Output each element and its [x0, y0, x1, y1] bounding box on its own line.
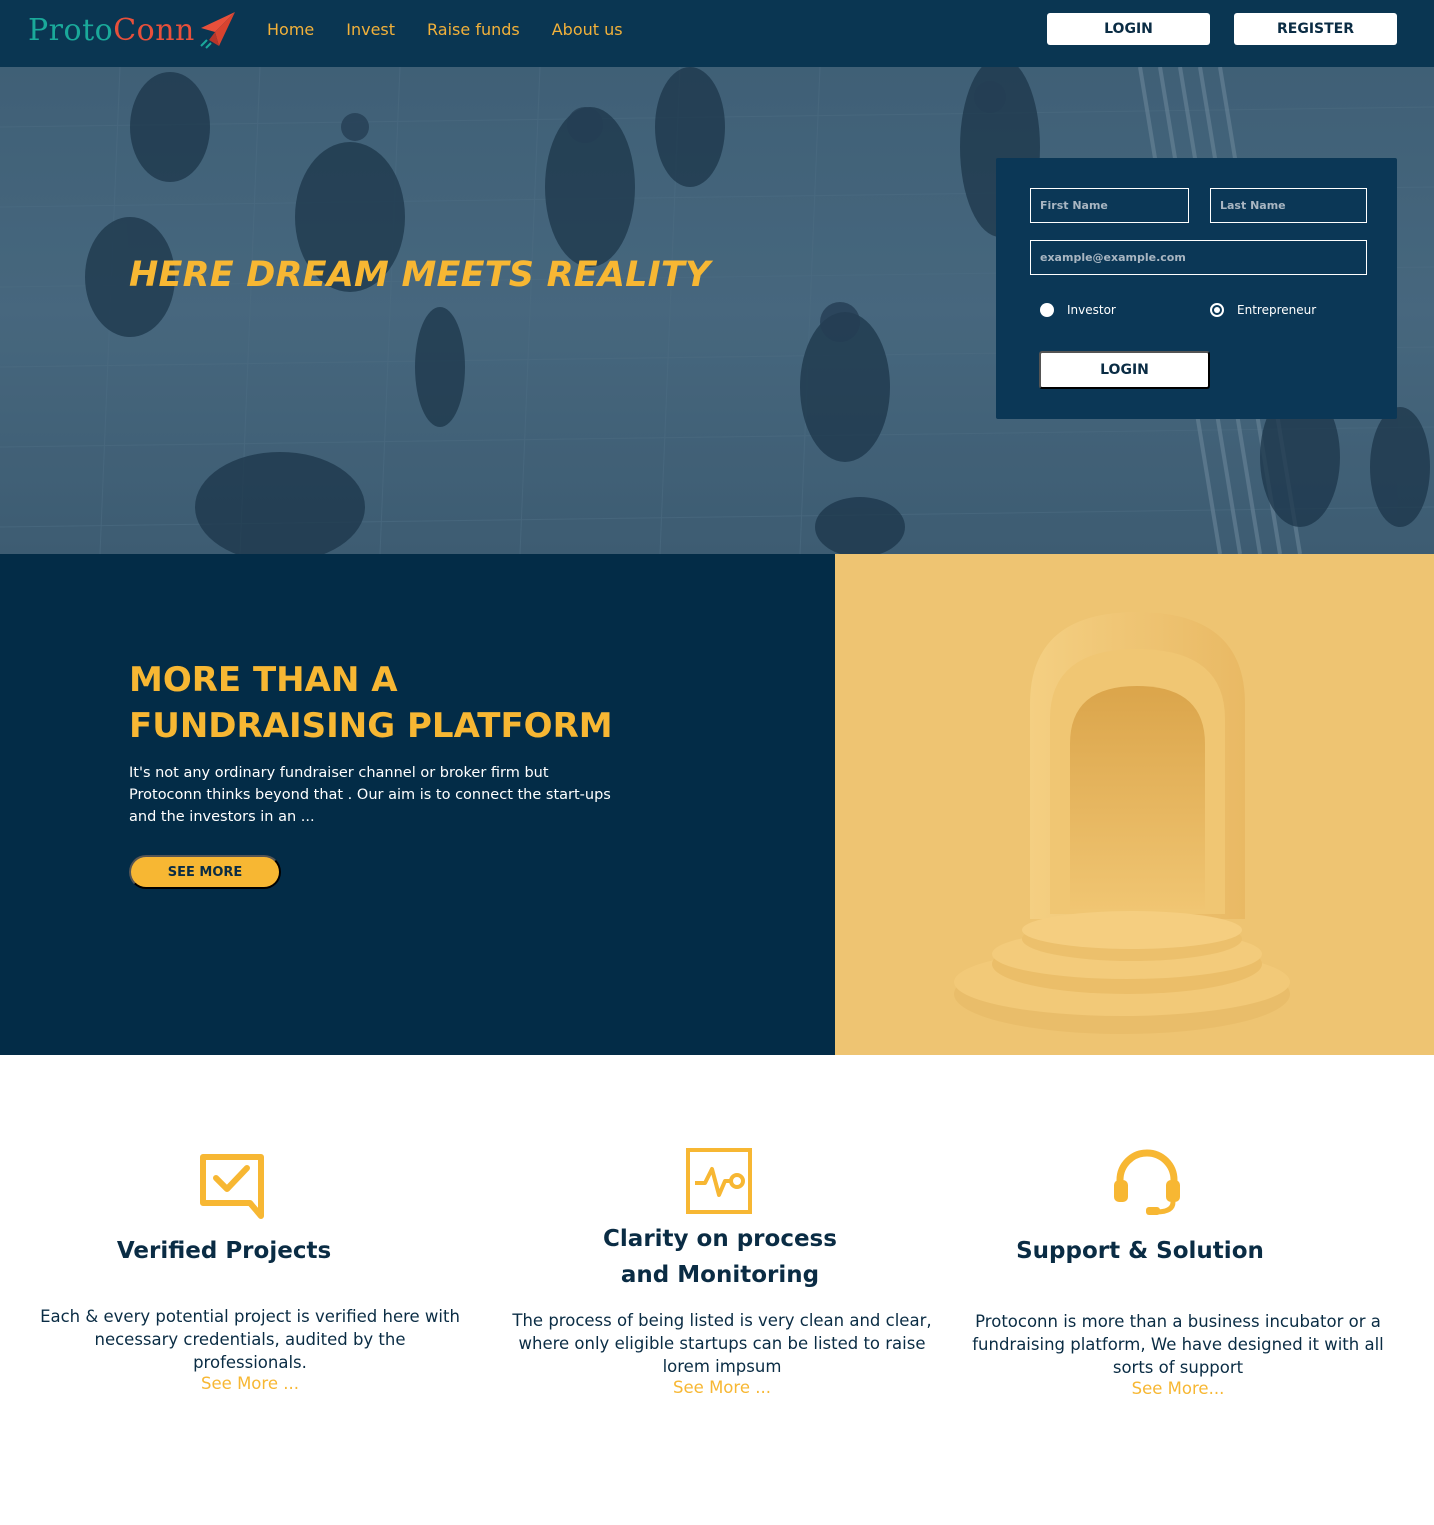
feature-title-clarity-line2: and Monitoring — [620, 1262, 820, 1288]
logo-text-conn: Conn — [113, 12, 195, 48]
logo[interactable]: ProtoConn — [28, 8, 237, 52]
form-login-button[interactable]: LOGIN — [1039, 351, 1210, 389]
email-input[interactable]: example@example.com — [1030, 240, 1367, 275]
feature-link-support[interactable]: See More... — [968, 1379, 1388, 1398]
arch-image — [954, 612, 1290, 1034]
register-button[interactable]: REGISTER — [1234, 13, 1397, 45]
hero-title: HERE DREAM MEETS REALITY — [129, 255, 711, 295]
feature-link-verified-projects[interactable]: See More ... — [40, 1374, 460, 1393]
about-title: MORE THAN A FUNDRAISING PLATFORM — [129, 657, 649, 749]
radio-investor[interactable]: Investor — [1040, 303, 1116, 317]
nav-link-raise-funds[interactable]: Raise funds — [427, 19, 520, 41]
first-name-input[interactable]: First Name — [1030, 188, 1189, 223]
nav-links: Home Invest Raise funds About us — [267, 19, 655, 41]
signup-form-card: First Name Last Name example@example.com… — [996, 158, 1397, 419]
arch-illustration — [835, 554, 1434, 1055]
feature-text-verified-projects: Each & every potential project is verifi… — [40, 1307, 460, 1372]
radio-entrepreneur-label: Entrepreneur — [1237, 303, 1317, 317]
radio-investor-label: Investor — [1067, 303, 1116, 317]
about-text: It's not any ordinary fundraiser channel… — [129, 765, 611, 825]
paper-plane-icon — [200, 12, 235, 49]
see-more-button[interactable]: SEE MORE — [129, 855, 281, 889]
last-name-input[interactable]: Last Name — [1210, 188, 1367, 223]
radio-investor-button[interactable] — [1040, 303, 1054, 317]
hero-section: HERE DREAM MEETS REALITY First Name Last… — [0, 67, 1434, 554]
about-title-line1: MORE THAN A — [129, 660, 398, 700]
logo-text: ProtoConn — [28, 13, 195, 48]
logo-text-proto: Proto — [28, 12, 114, 48]
login-button[interactable]: LOGIN — [1047, 13, 1210, 45]
feature-text-clarity: The process of being listed is very clea… — [512, 1311, 932, 1376]
nav-link-invest[interactable]: Invest — [346, 19, 395, 41]
feature-title-verified-projects: Verified Projects — [116, 1238, 332, 1264]
feature-link-clarity[interactable]: See More ... — [512, 1378, 932, 1397]
feature-title-support: Support & Solution — [1016, 1238, 1264, 1264]
feature-text-support: Protoconn is more than a business incuba… — [972, 1312, 1384, 1377]
nav-link-home[interactable]: Home — [267, 19, 314, 41]
radio-entrepreneur-button[interactable] — [1210, 303, 1224, 317]
feature-title-clarity: Clarity on process and Monitoring — [560, 1221, 880, 1293]
pulse-monitor-icon — [686, 1148, 752, 1214]
verified-chat-icon — [200, 1154, 264, 1219]
about-title-line2: FUNDRAISING PLATFORM — [129, 706, 613, 746]
headset-icon — [1114, 1149, 1180, 1215]
top-navbar: ProtoConn Home Invest Raise funds About … — [0, 0, 1434, 67]
feature-title-clarity-line1: Clarity on process — [603, 1226, 837, 1252]
radio-entrepreneur[interactable]: Entrepreneur — [1210, 303, 1316, 317]
nav-link-about-us[interactable]: About us — [552, 19, 623, 41]
about-section: MORE THAN A FUNDRAISING PLATFORM It's no… — [0, 554, 835, 1055]
